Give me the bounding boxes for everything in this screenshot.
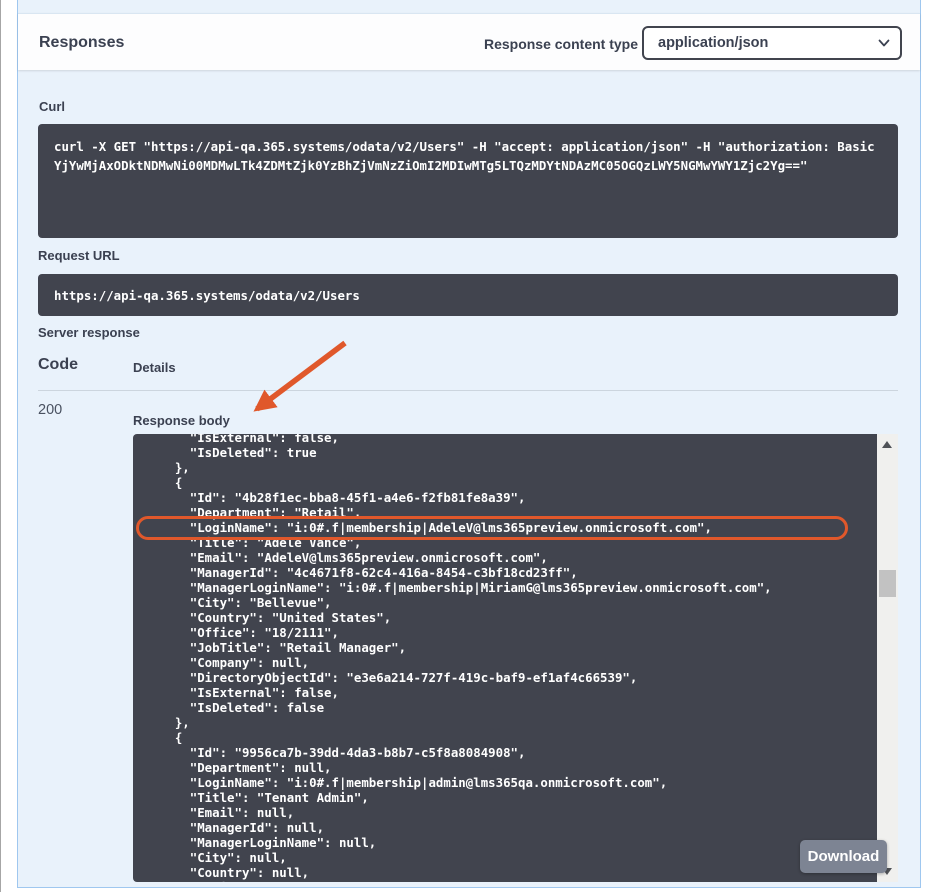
response-body-panel[interactable]: "IsExternal": false, "IsDeleted": true }… <box>133 434 898 882</box>
curl-command-block: curl -X GET "https://api-qa.365.systems/… <box>38 124 898 238</box>
code-column-header: Code <box>38 356 78 374</box>
response-body-code-block: "IsExternal": false, "IsDeleted": true }… <box>133 434 877 882</box>
scrollbar-thumb[interactable] <box>879 570 896 597</box>
scroll-up-arrow-icon[interactable] <box>882 441 892 448</box>
response-body-json: "IsExternal": false, "IsDeleted": true }… <box>145 434 877 882</box>
server-response-label: Server response <box>38 325 140 340</box>
response-content-type-label: Response content type <box>478 36 638 52</box>
status-code: 200 <box>38 402 62 418</box>
response-body-label: Response body <box>133 413 230 428</box>
curl-label: Curl <box>39 99 65 114</box>
scrollbar-track[interactable] <box>877 434 898 882</box>
swagger-responses-page: Responses Response content type applicat… <box>0 0 925 892</box>
window-left-border <box>0 0 1 892</box>
details-column-header: Details <box>133 360 176 375</box>
response-content-type-select-wrap: application/json <box>642 26 902 60</box>
responses-section-header: Responses Response content type applicat… <box>18 13 920 70</box>
response-content-type-select[interactable]: application/json <box>642 26 902 60</box>
responses-title: Responses <box>39 34 124 52</box>
response-table-divider <box>38 390 898 391</box>
request-url-label: Request URL <box>38 248 120 263</box>
request-url-value: https://api-qa.365.systems/odata/v2/User… <box>38 274 898 316</box>
download-button[interactable]: Download <box>800 840 887 873</box>
